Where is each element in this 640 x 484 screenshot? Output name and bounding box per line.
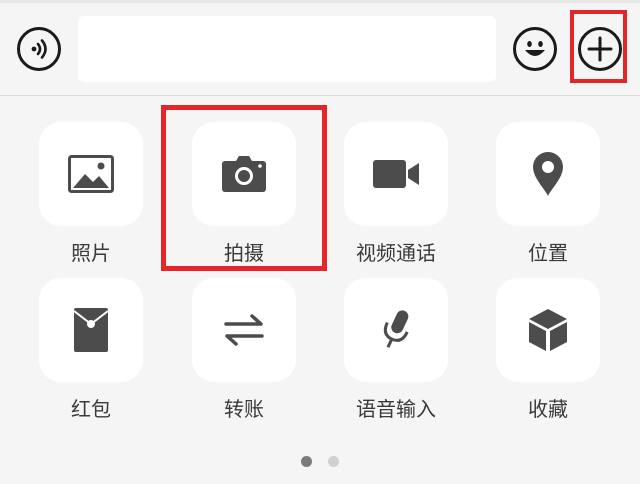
tile [39, 122, 143, 226]
page-dot-active[interactable] [301, 456, 312, 467]
chat-input-bar [0, 3, 640, 96]
red-packet-icon [73, 308, 109, 352]
panel-item-red-packet[interactable]: 红包 [31, 278, 151, 422]
tile [192, 122, 296, 226]
tile [192, 278, 296, 382]
function-panel: 照片 拍摄 视频通话 位置 红包 转账 语音输入 收藏 [0, 96, 640, 484]
microphone-icon [383, 310, 409, 348]
video-call-icon [373, 160, 419, 188]
transfer-arrows-icon [224, 314, 264, 346]
panel-item-label: 位置 [528, 241, 568, 265]
panel-item-label: 语音输入 [356, 397, 436, 421]
voice-mode-button[interactable] [17, 27, 61, 71]
message-input[interactable] [78, 16, 496, 82]
panel-item-transfer[interactable]: 转账 [184, 278, 304, 422]
tile [496, 278, 600, 382]
panel-item-photos[interactable]: 照片 [31, 122, 151, 266]
plus-circle-icon [587, 36, 613, 62]
panel-item-voice-input[interactable]: 语音输入 [336, 278, 456, 422]
camera-icon [222, 156, 266, 192]
smiley-icon [525, 41, 545, 56]
panel-item-location[interactable]: 位置 [488, 122, 608, 266]
panel-item-label: 拍摄 [224, 241, 264, 265]
panel-item-label: 红包 [71, 397, 111, 421]
panel-item-label: 照片 [71, 241, 111, 265]
tile [344, 278, 448, 382]
page-indicator [0, 456, 640, 467]
more-functions-button[interactable] [578, 27, 622, 71]
panel-item-favorites[interactable]: 收藏 [488, 278, 608, 422]
photo-icon [68, 155, 114, 193]
tile [496, 122, 600, 226]
panel-item-label: 收藏 [528, 397, 568, 421]
panel-item-label: 视频通话 [356, 241, 436, 265]
location-pin-icon [533, 152, 563, 196]
tile [344, 122, 448, 226]
voice-wave-icon [31, 39, 47, 59]
panel-item-video-call[interactable]: 视频通话 [336, 122, 456, 266]
panel-item-camera[interactable]: 拍摄 [184, 122, 304, 266]
panel-item-label: 转账 [224, 397, 264, 421]
favorites-cube-icon [529, 309, 567, 351]
page-dot-inactive[interactable] [328, 456, 339, 467]
emoji-button[interactable] [513, 27, 557, 71]
tile [39, 278, 143, 382]
